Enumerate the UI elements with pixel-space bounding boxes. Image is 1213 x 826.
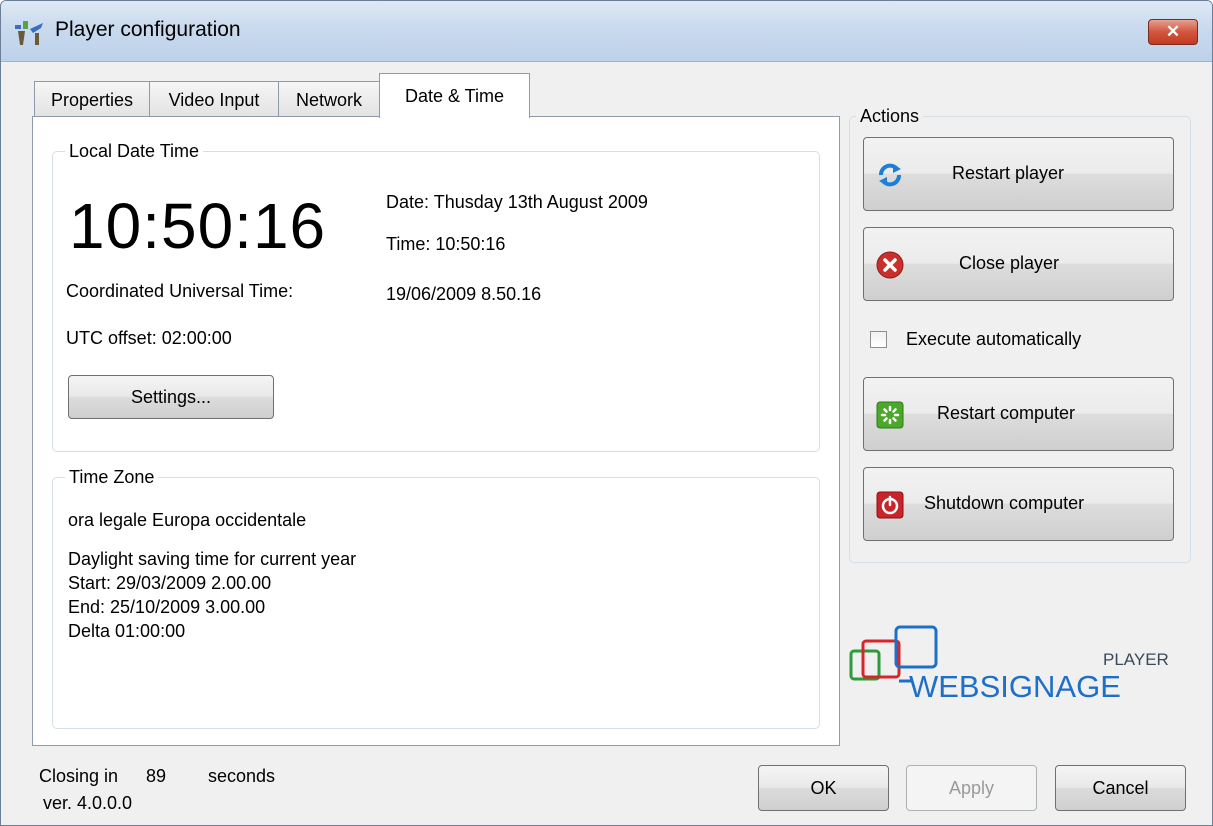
execute-automatically-label[interactable]: Execute automatically <box>906 329 1081 350</box>
utc-label: Coordinated Universal Time: <box>66 281 294 301</box>
utc-value: 19/06/2009 8.50.16 <box>386 284 542 304</box>
window-title: Player configuration <box>55 18 241 41</box>
error-icon <box>876 251 904 279</box>
shutdown-computer-button[interactable]: Shutdown computer <box>863 467 1174 541</box>
settings-button[interactable]: Settings... <box>68 375 274 419</box>
tab-date-time[interactable]: Date & Time <box>379 73 530 118</box>
player-configuration-window: Player configuration ✕ Properties Video … <box>0 0 1213 826</box>
closing-seconds: 89 <box>146 766 167 786</box>
closing-prefix: Closing in <box>39 766 119 786</box>
actions-legend: Actions <box>860 106 920 126</box>
local-date-time-legend: Local Date Time <box>69 141 200 161</box>
restart-player-button[interactable]: Restart player <box>863 137 1174 211</box>
date-line: Date: Thusday 13th August 2009 <box>386 192 648 212</box>
closing-suffix: seconds <box>208 766 276 786</box>
dst-start: Start: 29/03/2009 2.00.00 <box>68 573 272 593</box>
dst-title: Daylight saving time for current year <box>68 549 357 569</box>
dst-end: End: 25/10/2009 3.00.00 <box>68 597 266 617</box>
power-icon <box>876 491 904 519</box>
app-icon <box>15 21 43 45</box>
restart-computer-button[interactable]: Restart computer <box>863 377 1174 451</box>
tab-properties[interactable]: Properties <box>34 81 150 117</box>
tab-video-input[interactable]: Video Input <box>149 81 279 117</box>
time-zone-legend: Time Zone <box>69 467 155 487</box>
title-bar: Player configuration ✕ <box>1 1 1212 62</box>
utc-offset: UTC offset: 02:00:00 <box>66 328 232 348</box>
restart-computer-label: Restart computer <box>937 403 1076 423</box>
date-time-panel: Local Date Time 10:50:16 Date: Thusday 1… <box>32 116 840 746</box>
restart-computer-icon <box>876 401 904 429</box>
restart-player-label: Restart player <box>952 163 1065 183</box>
cancel-button[interactable]: Cancel <box>1055 765 1186 811</box>
time-line: Time: 10:50:16 <box>386 234 506 254</box>
refresh-icon <box>879 163 901 187</box>
time-zone-name: ora legale Europa occidentale <box>68 510 307 530</box>
logo-word: WEBSIGNAGE <box>909 669 1121 704</box>
shutdown-computer-label: Shutdown computer <box>924 493 1085 513</box>
logo-player-text: PLAYER <box>1103 650 1169 669</box>
version-label: ver. 4.0.0.0 <box>43 793 133 813</box>
close-icon[interactable]: ✕ <box>1148 19 1198 45</box>
ok-button[interactable]: OK <box>758 765 889 811</box>
clock-display: 10:50:16 <box>69 190 327 262</box>
execute-automatically-checkbox[interactable] <box>870 331 887 348</box>
websignage-logo: PLAYER WEBSIGNAGE <box>849 625 1169 704</box>
apply-button[interactable]: Apply <box>906 765 1037 811</box>
dst-delta: Delta 01:00:00 <box>68 621 186 641</box>
close-player-button[interactable]: Close player <box>863 227 1174 301</box>
tab-network[interactable]: Network <box>278 81 380 117</box>
close-player-label: Close player <box>959 253 1060 273</box>
